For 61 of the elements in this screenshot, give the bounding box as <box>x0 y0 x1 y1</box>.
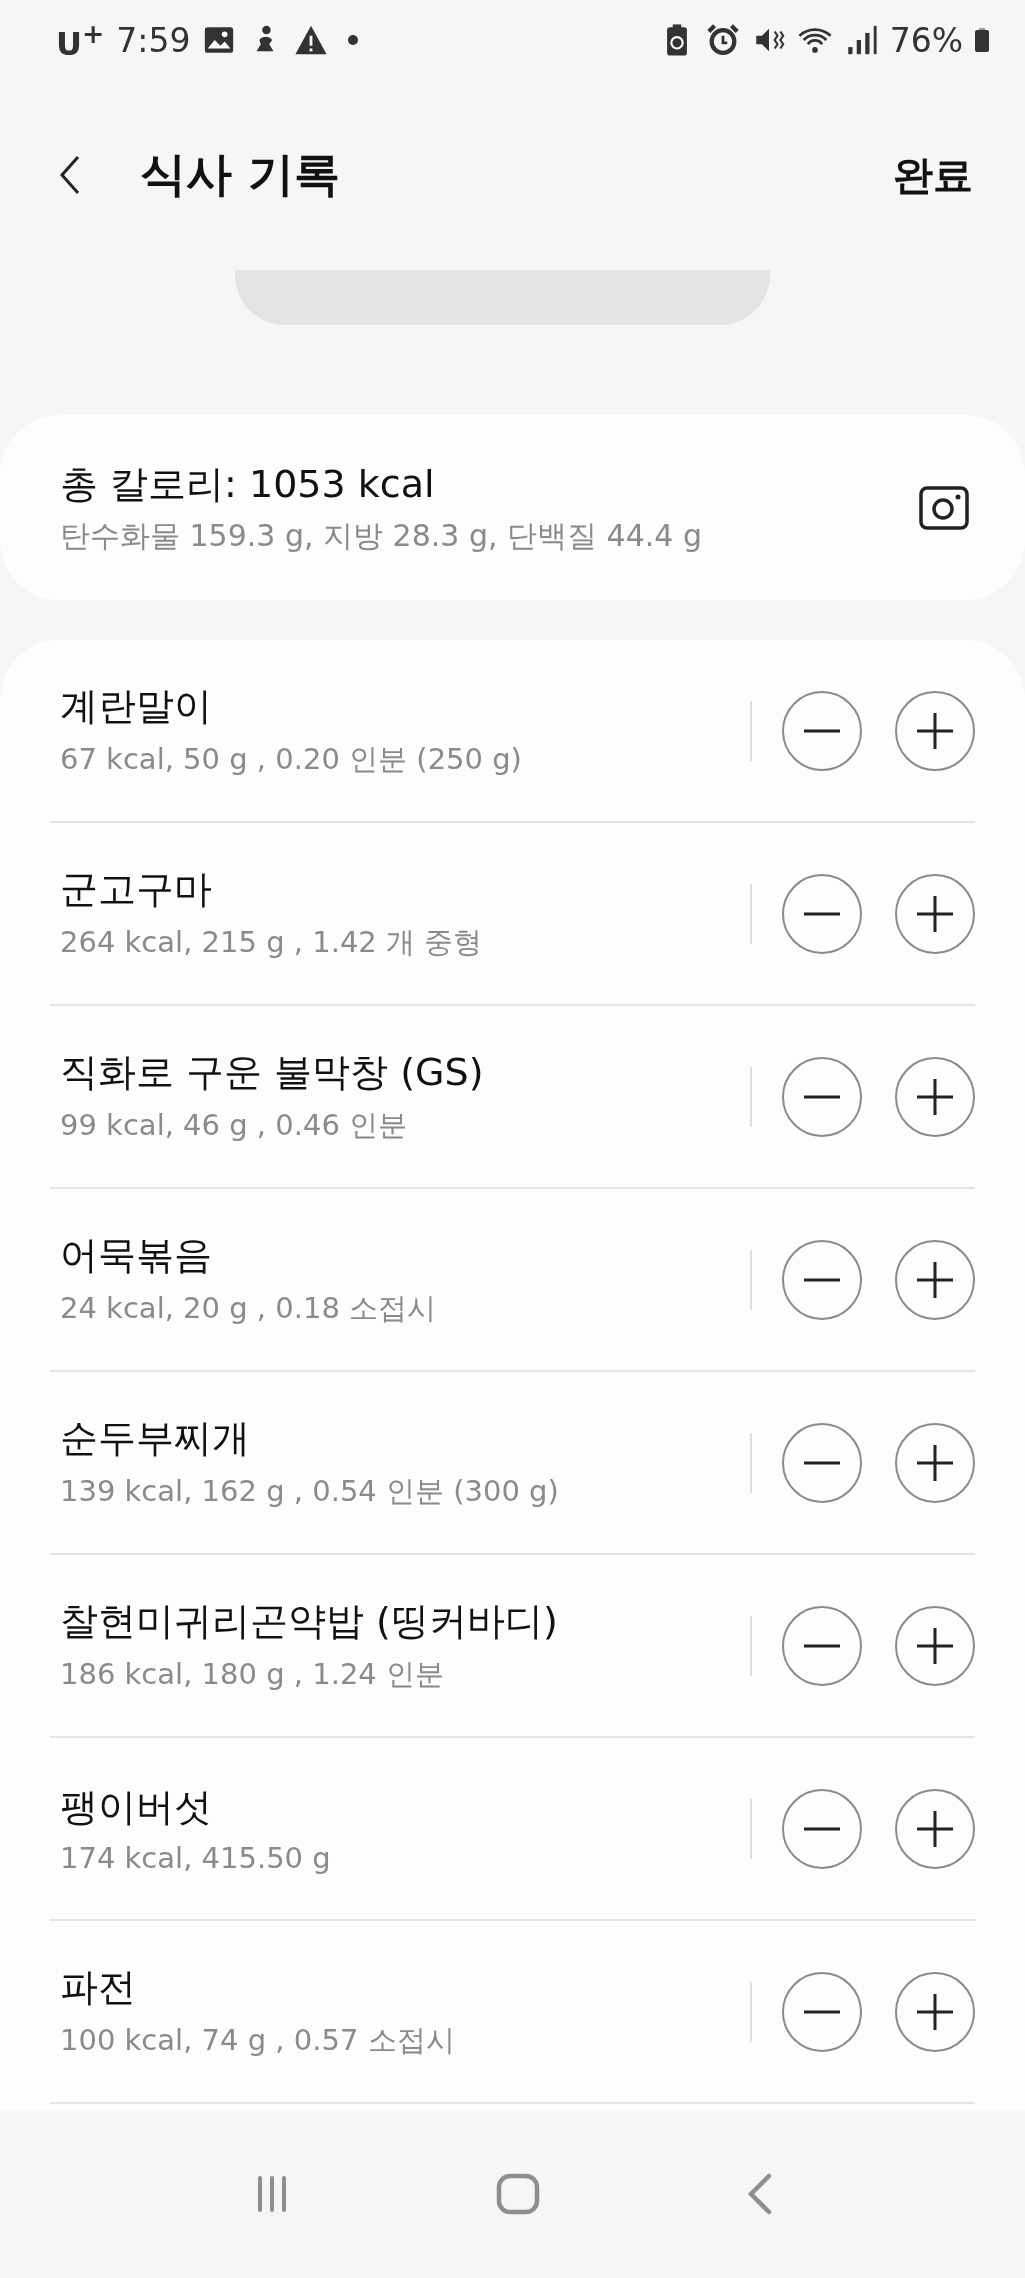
plus-button[interactable] <box>895 1605 975 1686</box>
food-detail: 186 kcal, 180 g , 1.24 인분 <box>60 1656 445 1693</box>
food-name: 순두부찌개 <box>60 1415 251 1462</box>
minus-button[interactable] <box>782 873 862 954</box>
minus-button[interactable] <box>782 1605 862 1686</box>
carrier-label: U$^{+}$ <box>56 17 105 63</box>
battery-icon <box>975 26 989 54</box>
food-name: 계란말이 <box>60 683 213 730</box>
alarm-icon <box>705 23 740 57</box>
plus-button[interactable] <box>895 1422 975 1503</box>
food-name: 어묵볶음 <box>60 1232 213 1279</box>
plus-icon <box>915 710 955 751</box>
minus-icon <box>802 911 842 916</box>
plus-icon <box>915 1625 955 1666</box>
minus-button[interactable] <box>782 1422 862 1503</box>
food-name: 팽이버섯 <box>60 1784 213 1831</box>
plus-icon <box>915 1442 955 1483</box>
food-detail: 139 kcal, 162 g , 0.54 인분 (300 g) <box>60 1473 560 1510</box>
minus-button[interactable] <box>782 1788 862 1869</box>
home-icon[interactable] <box>496 2172 541 2216</box>
minus-icon <box>802 1460 842 1465</box>
minus-button[interactable] <box>782 1971 862 2052</box>
food-detail: 100 kcal, 74 g , 0.57 소접시 <box>60 2022 456 2059</box>
food-detail: 67 kcal, 50 g , 0.20 인분 (250 g) <box>60 741 523 778</box>
plus-button[interactable] <box>895 1971 975 2052</box>
macros-text: 탄수화물 159.3 g, 지방 28.3 g, 단백질 44.4 g <box>60 516 703 555</box>
food-detail: 264 kcal, 215 g , 1.42 개 중형 <box>60 924 484 961</box>
minus-button[interactable] <box>782 1239 862 1320</box>
food-name: 찰현미귀리곤약밥 (띵커바디) <box>60 1598 559 1645</box>
minus-button[interactable] <box>782 690 862 771</box>
plus-button[interactable] <box>895 873 975 954</box>
minus-button[interactable] <box>782 1056 862 1137</box>
plus-button[interactable] <box>895 1056 975 1137</box>
minus-icon <box>802 2009 842 2014</box>
camera-button[interactable] <box>919 485 969 530</box>
total-calories: 총 칼로리: 1053 kcal <box>60 460 436 508</box>
food-detail: 174 kcal, 415.50 g <box>60 1841 332 1875</box>
minus-icon <box>802 728 842 733</box>
minus-icon <box>802 1643 842 1648</box>
food-detail: 24 kcal, 20 g , 0.18 소접시 <box>60 1290 438 1327</box>
plus-icon <box>915 1076 955 1117</box>
food-name: 직화로 구운 불막창 (GS) <box>60 1049 485 1096</box>
plus-button[interactable] <box>895 690 975 771</box>
food-detail: 99 kcal, 46 g , 0.46 인분 <box>60 1107 409 1144</box>
dot-icon <box>348 35 359 45</box>
battery-percent: 76% <box>889 20 963 60</box>
clock: 7:59 <box>116 20 191 60</box>
plus-button[interactable] <box>895 1788 975 1869</box>
minus-icon <box>802 1277 842 1282</box>
minus-icon <box>802 1094 842 1099</box>
plus-icon <box>915 1808 955 1849</box>
plus-icon <box>915 893 955 934</box>
minus-icon <box>802 1826 842 1831</box>
plus-button[interactable] <box>895 1239 975 1320</box>
food-name: 군고구마 <box>60 866 213 913</box>
food-name: 파전 <box>60 1964 137 2011</box>
done-button[interactable]: 완료 <box>893 147 973 203</box>
camera-icon <box>919 485 969 530</box>
page-title: 식사 기록 <box>140 146 341 203</box>
plus-icon <box>915 1991 955 2032</box>
plus-icon <box>915 1259 955 1300</box>
